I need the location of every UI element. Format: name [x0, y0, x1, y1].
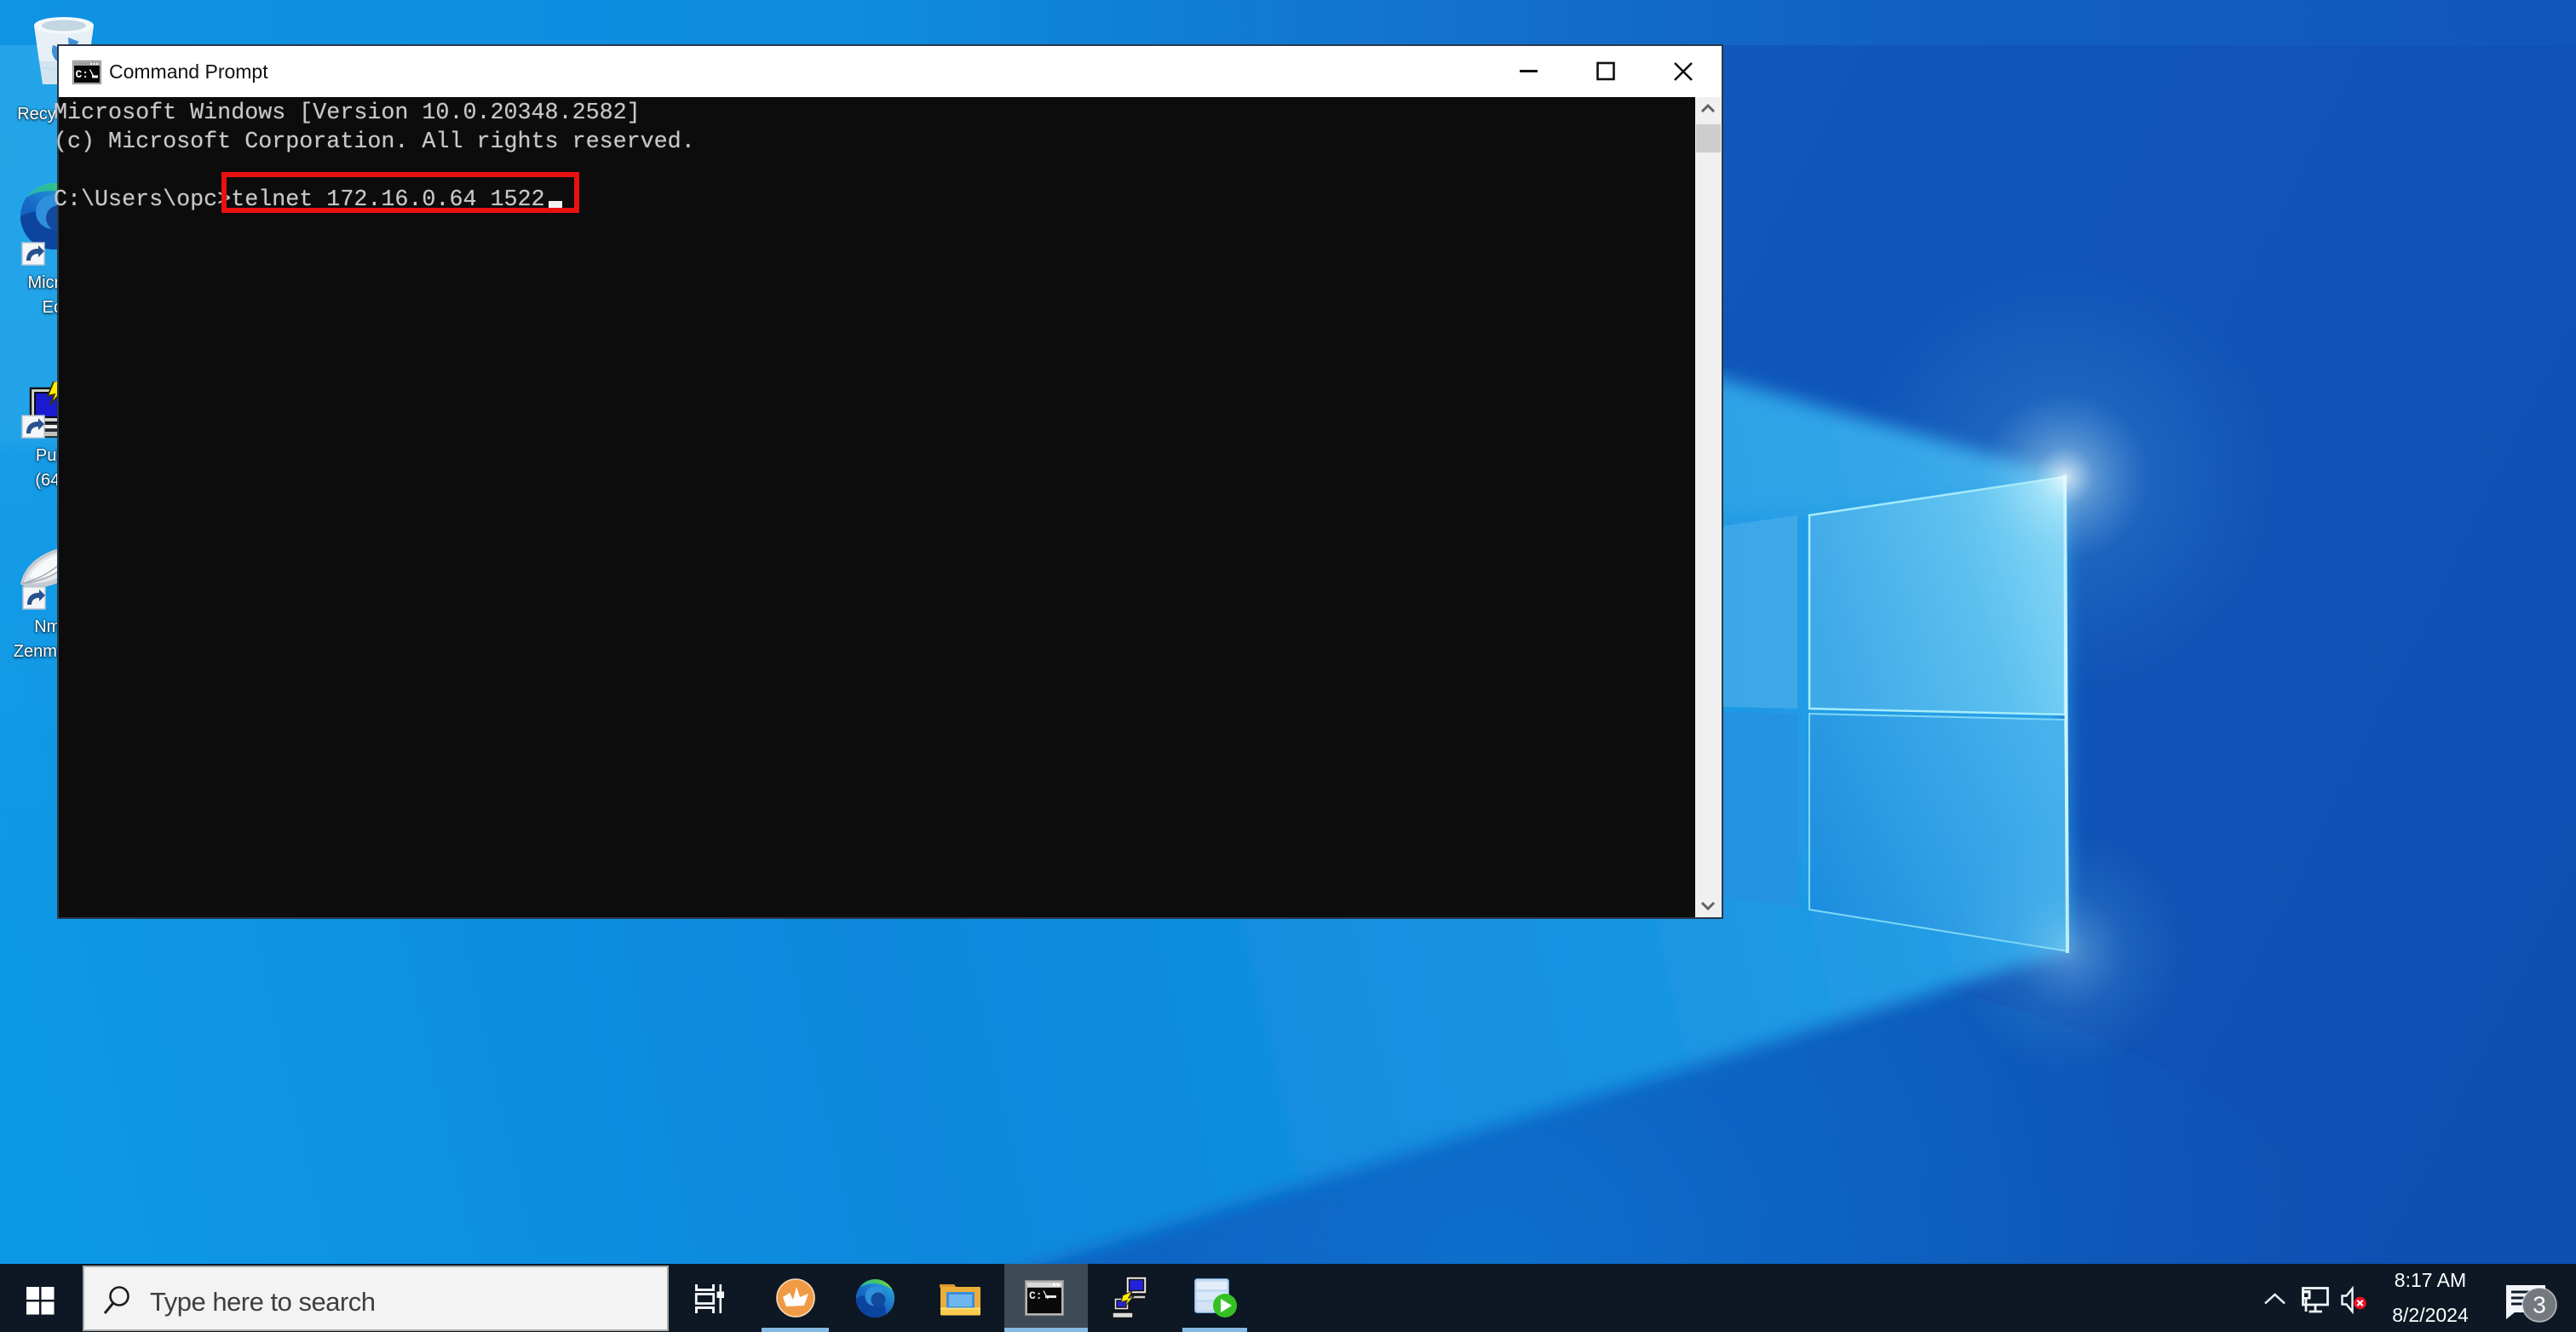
svg-text:C:\: C:\ — [76, 68, 96, 81]
svg-text:3: 3 — [2533, 1292, 2546, 1318]
svg-text:8:17 AM: 8:17 AM — [2395, 1269, 2466, 1291]
svg-text:8/2/2024: 8/2/2024 — [2392, 1304, 2469, 1326]
